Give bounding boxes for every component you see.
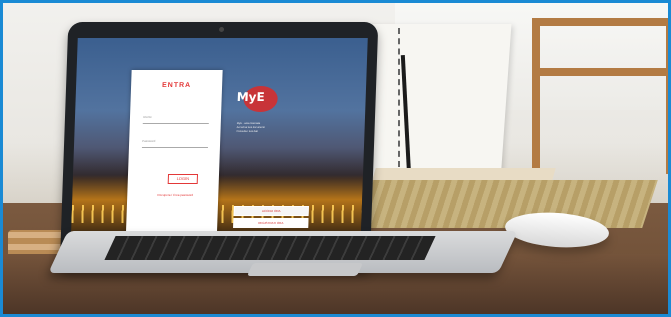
desk-mat bbox=[352, 180, 658, 228]
brand-logo: MyE bbox=[236, 90, 265, 104]
login-heading: ENTRA bbox=[161, 82, 192, 89]
register-button[interactable]: REGISTRATI ORA bbox=[233, 218, 309, 228]
product-photo: ENTRA Utente Password LOGIN Recupera / C… bbox=[0, 0, 671, 317]
camera-icon bbox=[218, 27, 225, 32]
laptop-screen: ENTRA Utente Password LOGIN Recupera / C… bbox=[70, 38, 368, 245]
username-input[interactable]: Utente bbox=[142, 115, 210, 124]
wooden-shelf bbox=[532, 18, 671, 174]
trackpad bbox=[246, 263, 364, 276]
info-line: Consulta i tuoi dati bbox=[236, 130, 258, 133]
keyboard bbox=[104, 236, 436, 260]
login-panel: ENTRA Utente Password LOGIN Recupera / C… bbox=[125, 70, 223, 238]
forgot-password-link[interactable]: Recupera / Crea password bbox=[142, 193, 208, 197]
access-button[interactable]: ACCEDI ORA bbox=[233, 206, 309, 216]
login-button[interactable]: LOGIN bbox=[167, 174, 199, 184]
password-input[interactable]: Password bbox=[141, 139, 209, 148]
